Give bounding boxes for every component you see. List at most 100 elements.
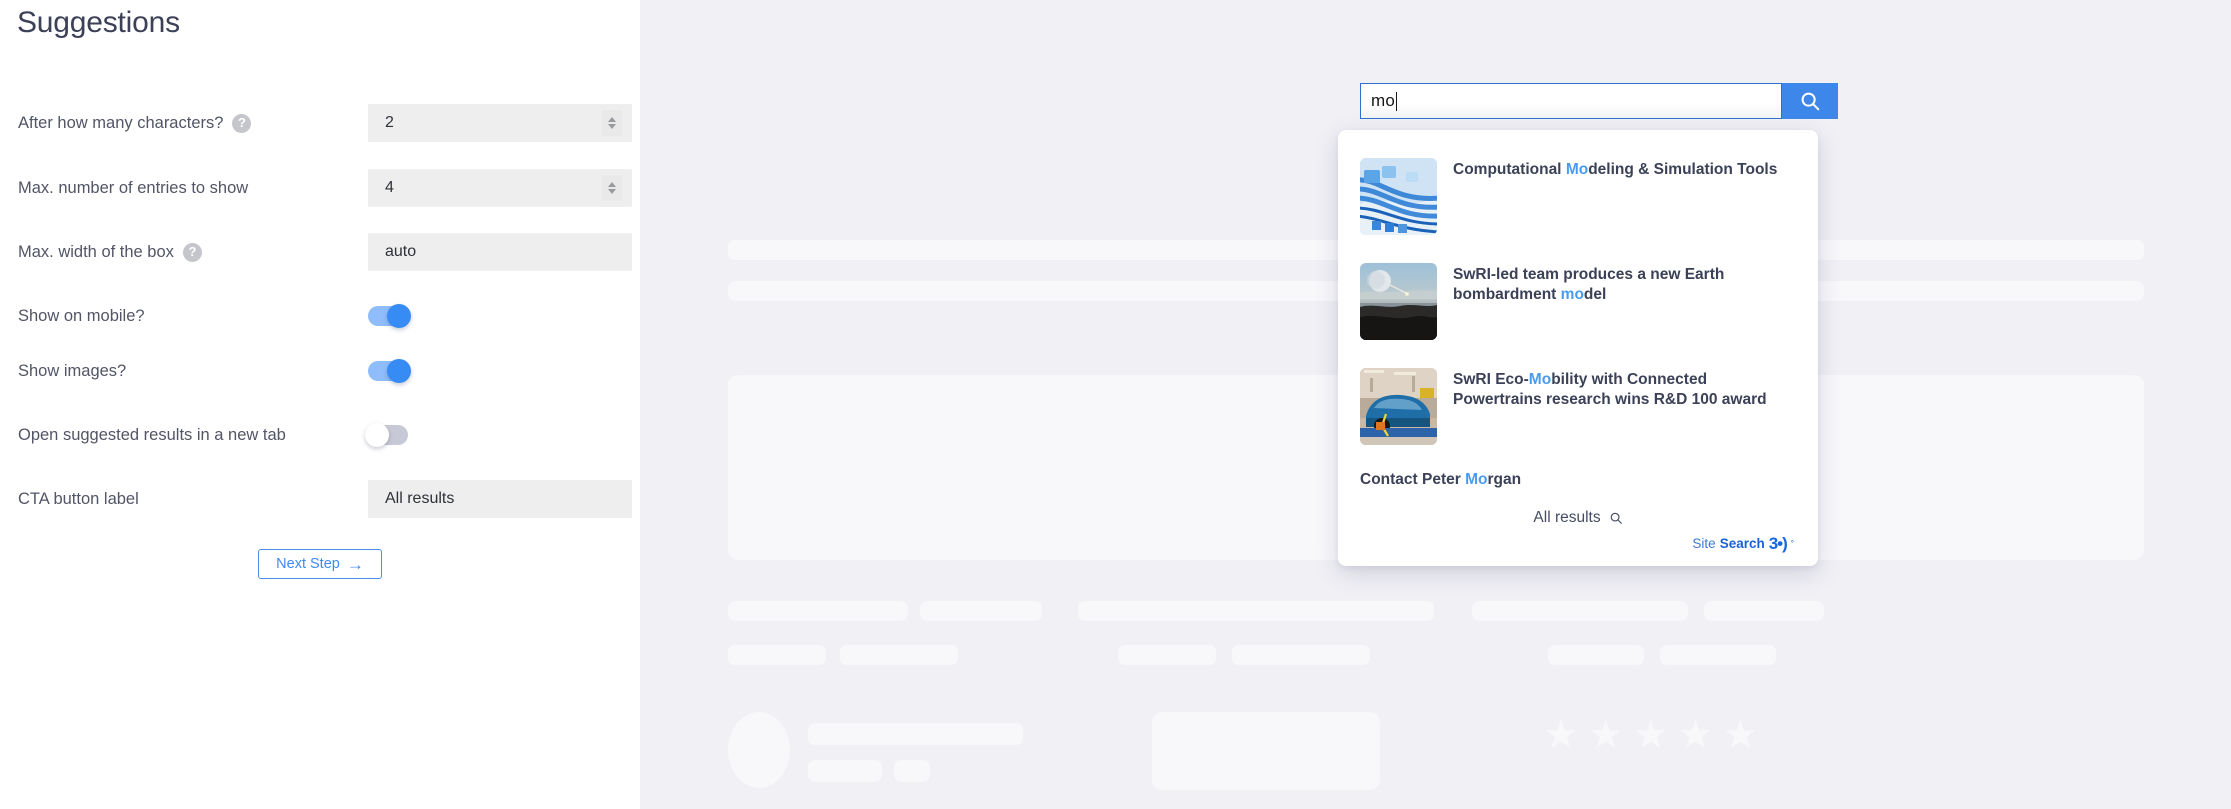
arrow-right-icon: → — [346, 554, 364, 574]
help-icon[interactable]: ? — [182, 242, 202, 262]
skeleton-chip — [894, 760, 930, 782]
all-results-cta[interactable]: All results — [1360, 491, 1796, 531]
setting-label: After how many characters? ? — [18, 113, 252, 133]
suggestion-thumbnail — [1360, 158, 1437, 235]
text-caret — [1396, 91, 1398, 111]
app-root: Suggestions After how many characters? ?… — [0, 0, 2231, 809]
stepper-down-icon[interactable] — [608, 124, 616, 129]
brand-degree-symbol: ° — [1790, 539, 1794, 548]
skeleton-thumb — [1152, 712, 1380, 790]
star-icon: ★ — [1543, 713, 1579, 757]
skeleton-chip — [1660, 645, 1776, 665]
title-highlight: mo — [1560, 285, 1584, 303]
show-on-mobile-toggle[interactable] — [368, 304, 411, 328]
setting-label-text: Open suggested results in a new tab — [18, 425, 286, 444]
skeleton-avatar — [728, 712, 790, 788]
show-images-toggle[interactable] — [368, 359, 411, 383]
max-entries-input[interactable]: 4 — [368, 169, 632, 207]
star-icon: ★ — [1722, 713, 1759, 757]
setting-label: Open suggested results in a new tab — [18, 426, 286, 445]
page-title: Suggestions — [17, 6, 180, 39]
search-submit-button[interactable] — [1782, 83, 1838, 119]
suggestions-settings-panel: Suggestions After how many characters? ?… — [0, 0, 640, 809]
field-value: All results — [385, 490, 455, 507]
title-suffix: del — [1583, 285, 1607, 303]
star-icon: ★ — [1632, 713, 1669, 757]
search-icon — [1610, 512, 1622, 524]
blue-car-dyno-image — [1360, 368, 1437, 445]
setting-row-max-entries: Max. number of entries to show 4 — [0, 169, 640, 207]
star-icon: ★ — [1677, 713, 1714, 757]
setting-label-text: CTA button label — [18, 489, 139, 508]
setting-label: CTA button label — [18, 490, 139, 509]
suggestion-thumbnail — [1360, 368, 1437, 445]
suggestion-thumbnail — [1360, 263, 1437, 340]
contact-highlight: Mo — [1465, 471, 1488, 488]
next-step-label: Next Step — [276, 556, 340, 572]
preview-search-bar: mo — [1360, 83, 1838, 119]
setting-label: Show images? — [18, 362, 126, 381]
title-highlight: Mo — [1528, 371, 1552, 388]
stepper-up-icon[interactable] — [608, 117, 616, 122]
toggle-knob — [387, 359, 411, 383]
field-value: auto — [385, 243, 417, 260]
skeleton-chip — [728, 601, 908, 621]
title-suffix: deling & Simulation Tools — [1588, 161, 1778, 178]
suggestions-dropdown: Computational Modeling & Simulation Tool… — [1338, 130, 1818, 566]
max-width-input[interactable]: auto — [368, 233, 632, 271]
contact-prefix: Contact Peter — [1360, 471, 1466, 488]
setting-label: Max. width of the box ? — [18, 242, 202, 262]
setting-label-text: Max. number of entries to show — [18, 178, 249, 197]
earth-moon-landscape-image — [1360, 263, 1437, 340]
cta-button-label-input[interactable]: All results — [368, 480, 632, 518]
skeleton-chip — [1078, 601, 1434, 621]
number-stepper[interactable] — [602, 110, 622, 136]
suggestion-item[interactable]: SwRI-led team produces a new Earth bomba… — [1360, 253, 1796, 358]
site-search-360-logo[interactable]: Site Search 3•) ° — [1360, 531, 1796, 552]
skeleton-chip — [808, 760, 882, 782]
setting-label-text: Show on mobile? — [18, 306, 145, 325]
stepper-up-icon[interactable] — [608, 182, 616, 187]
setting-label: Show on mobile? — [18, 307, 145, 326]
brand-part-site: Site — [1692, 536, 1716, 551]
skeleton-line — [808, 723, 1023, 745]
skeleton-chip — [840, 645, 958, 665]
brand-mark-360: 3•) — [1768, 534, 1788, 553]
skeleton-chip — [1232, 645, 1370, 665]
setting-row-show-mobile: Show on mobile? — [0, 297, 640, 335]
field-value: 4 — [385, 179, 394, 196]
setting-row-cta-label: CTA button label All results — [0, 480, 640, 518]
after-characters-input[interactable]: 2 — [368, 104, 632, 142]
skeleton-chip — [1118, 645, 1216, 665]
network-cables-image — [1360, 158, 1437, 235]
number-stepper[interactable] — [602, 175, 622, 201]
setting-label: Max. number of entries to show — [18, 179, 248, 198]
setting-row-after-characters: After how many characters? ? 2 — [0, 104, 640, 142]
star-icon: ★ — [1587, 713, 1624, 757]
title-prefix: Computational — [1453, 161, 1566, 178]
search-input[interactable]: mo — [1360, 83, 1782, 119]
open-new-tab-toggle[interactable] — [365, 423, 408, 447]
field-value: 2 — [385, 114, 394, 131]
suggestion-title: SwRI Eco-Mobility with Connected Powertr… — [1453, 368, 1796, 410]
setting-label-text: After how many characters? — [18, 113, 224, 132]
suggestion-title: SwRI-led team produces a new Earth bomba… — [1453, 263, 1796, 305]
title-highlight: Mo — [1565, 161, 1589, 178]
skeleton-chip — [1548, 645, 1644, 665]
all-results-label: All results — [1533, 509, 1601, 526]
setting-row-max-width: Max. width of the box ? auto — [0, 233, 640, 271]
suggestion-item[interactable]: SwRI Eco-Mobility with Connected Powertr… — [1360, 358, 1796, 463]
search-icon — [1801, 92, 1820, 111]
skeleton-chip — [920, 601, 1042, 621]
suggestion-contact-item[interactable]: Contact Peter Morgan — [1360, 463, 1796, 491]
suggestion-item[interactable]: Computational Modeling & Simulation Tool… — [1360, 148, 1796, 253]
help-icon[interactable]: ? — [232, 113, 252, 133]
toggle-knob — [365, 423, 389, 447]
next-step-button[interactable]: Next Step → — [258, 549, 382, 579]
stepper-down-icon[interactable] — [608, 189, 616, 194]
skeleton-star-rating: ★ ★ ★ ★ ★ — [1543, 715, 1758, 755]
toggle-knob — [387, 304, 411, 328]
search-input-value: mo — [1371, 91, 1396, 110]
skeleton-chip — [728, 645, 826, 665]
brand-part-search: Search — [1719, 536, 1765, 551]
